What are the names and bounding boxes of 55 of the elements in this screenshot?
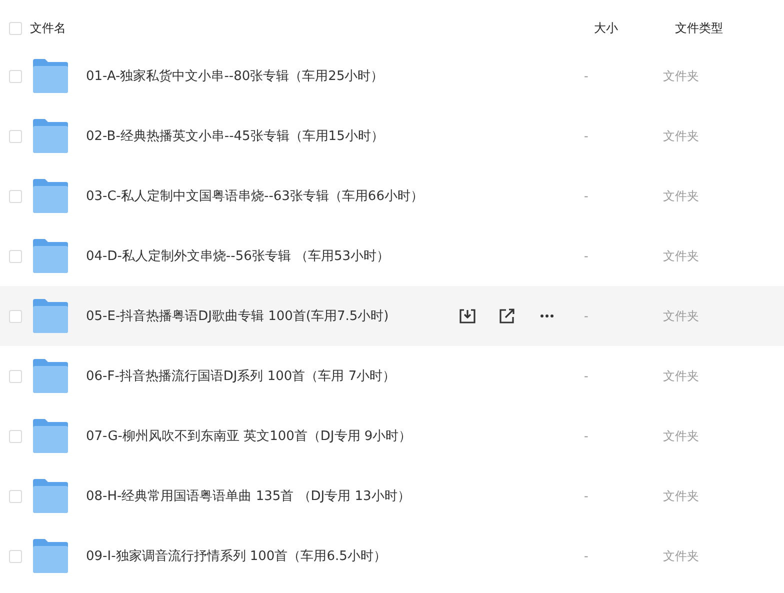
select-all-checkbox[interactable] bbox=[9, 22, 22, 34]
folder-icon bbox=[32, 419, 68, 453]
file-name[interactable]: 08-H-经典常用国语粤语单曲 135首 （DJ专用 13小时） bbox=[86, 487, 458, 505]
file-size: - bbox=[584, 369, 590, 383]
file-size: - bbox=[584, 429, 590, 443]
file-size: - bbox=[584, 309, 590, 323]
file-name[interactable]: 05-E-抖音热播粤语DJ歌曲专辑 100首(车用7.5小时) bbox=[86, 307, 458, 325]
folder-icon bbox=[32, 539, 68, 573]
file-type: 文件夹 bbox=[663, 308, 699, 324]
file-row[interactable]: 05-E-抖音热播粤语DJ歌曲专辑 100首(车用7.5小时) - 文件夹 bbox=[0, 286, 784, 346]
file-type: 文件夹 bbox=[663, 68, 699, 84]
file-size: - bbox=[584, 189, 590, 203]
file-type: 文件夹 bbox=[663, 488, 699, 504]
download-button[interactable] bbox=[458, 307, 476, 325]
more-icon bbox=[540, 314, 554, 318]
row-checkbox[interactable] bbox=[9, 190, 22, 202]
row-checkbox[interactable] bbox=[9, 310, 22, 322]
row-checkbox[interactable] bbox=[9, 370, 22, 382]
folder-icon bbox=[32, 59, 68, 93]
row-checkbox[interactable] bbox=[9, 250, 22, 262]
column-header[interactable]: 文件名 bbox=[30, 20, 594, 36]
folder-icon bbox=[32, 479, 68, 513]
file-type: 文件夹 bbox=[663, 548, 699, 564]
file-type: 文件夹 bbox=[663, 428, 699, 444]
file-type: 文件夹 bbox=[663, 248, 699, 264]
row-checkbox[interactable] bbox=[9, 550, 22, 562]
file-type: 文件夹 bbox=[663, 188, 699, 204]
row-checkbox[interactable] bbox=[9, 70, 22, 82]
file-size: - bbox=[584, 69, 590, 83]
file-name[interactable]: 03-C-私人定制中文国粤语串烧--63张专辑（车用66小时） bbox=[86, 187, 458, 205]
file-name[interactable]: 02-B-经典热播英文小串--45张专辑（车用15小时） bbox=[86, 127, 458, 145]
folder-icon bbox=[32, 239, 68, 273]
file-type: 文件夹 bbox=[663, 128, 699, 144]
column-header[interactable]: 文件类型 bbox=[675, 20, 723, 36]
share-button[interactable] bbox=[498, 307, 516, 325]
download-icon bbox=[458, 308, 476, 324]
folder-icon bbox=[32, 299, 68, 333]
file-size: - bbox=[584, 549, 590, 563]
file-name[interactable]: 07-G-柳州风吹不到东南亚 英文100首（DJ专用 9小时） bbox=[86, 427, 458, 445]
file-name[interactable]: 09-I-独家调音流行抒情系列 100首（车用6.5小时） bbox=[86, 547, 458, 565]
file-type: 文件夹 bbox=[663, 368, 699, 384]
row-checkbox[interactable] bbox=[9, 430, 22, 442]
file-size: - bbox=[584, 489, 590, 503]
folder-icon bbox=[32, 179, 68, 213]
row-checkbox[interactable] bbox=[9, 130, 22, 142]
column-header[interactable]: 大小 bbox=[594, 20, 675, 36]
file-name[interactable]: 04-D-私人定制外文串烧--56张专辑 （车用53小时） bbox=[86, 247, 458, 265]
file-size: - bbox=[584, 249, 590, 263]
file-name[interactable]: 06-F-抖音热播流行国语DJ系列 100首（车用 7小时） bbox=[86, 367, 458, 385]
folder-icon bbox=[32, 119, 68, 153]
row-checkbox[interactable] bbox=[9, 490, 22, 502]
file-name[interactable]: 01-A-独家私货中文小串--80张专辑（车用25小时） bbox=[86, 67, 458, 85]
file-size: - bbox=[584, 129, 590, 143]
share-icon bbox=[499, 308, 515, 324]
folder-icon bbox=[32, 359, 68, 393]
